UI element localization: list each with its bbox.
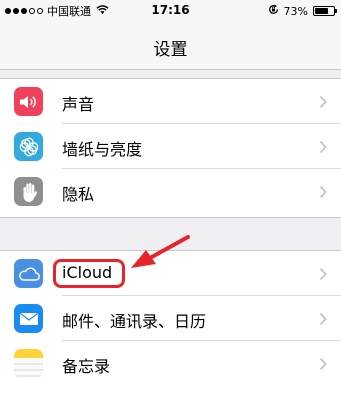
annotation-arrow-icon: [131, 235, 190, 268]
